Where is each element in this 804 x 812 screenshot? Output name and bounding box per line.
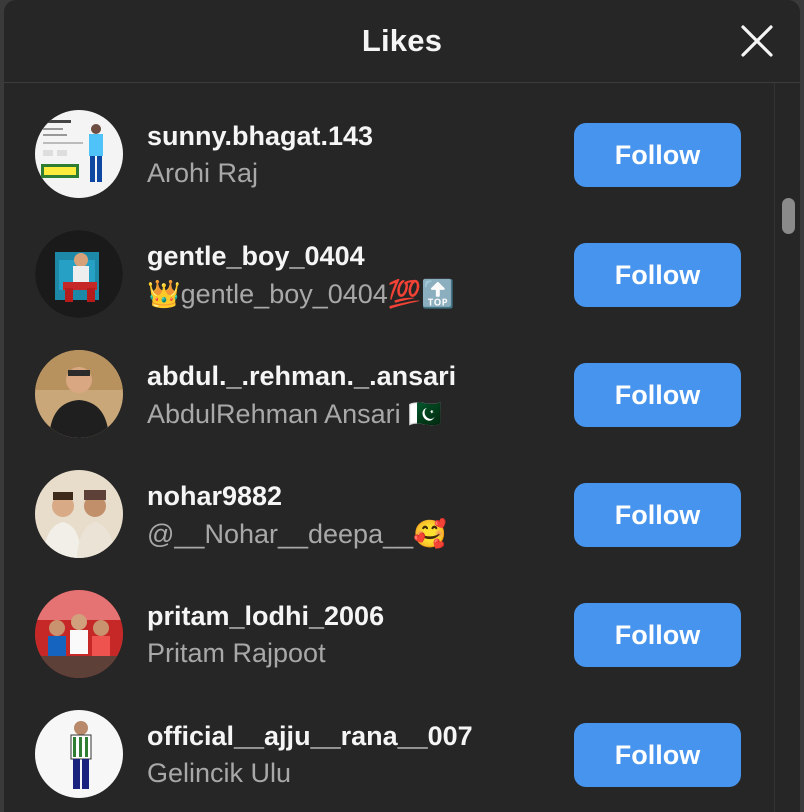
avatar[interactable] [35,350,123,438]
full-name: 👑gentle_boy_0404💯🔝 [147,279,456,309]
username[interactable]: pritam_lodhi_2006 [147,601,384,632]
username[interactable]: nohar9882 [147,481,282,512]
follow-button[interactable]: Follow [574,123,741,187]
follow-button[interactable]: Follow [574,723,741,787]
full-name: @__Nohar__deepa__🥰 [147,519,447,549]
list-item: nohar9882 @__Nohar__deepa__🥰 Follow [4,443,774,563]
likes-list[interactable]: sunny.bhagat.143 Arohi Raj Follow gentle… [4,83,774,812]
username[interactable]: sunny.bhagat.143 [147,121,373,152]
follow-button[interactable]: Follow [574,603,741,667]
list-item: pritam_lodhi_2006 Pritam Rajpoot Follow [4,563,774,683]
avatar[interactable] [35,470,123,558]
close-icon[interactable] [738,22,776,60]
follow-button[interactable]: Follow [574,363,741,427]
modal-title: Likes [361,23,443,58]
full-name: Gelincik Ulu [147,758,292,788]
full-name: Pritam Rajpoot [147,638,326,668]
list-item: abdul._.rehman._.ansari AbdulRehman Ansa… [4,323,774,443]
avatar[interactable] [35,230,123,318]
full-name: Arohi Raj [147,158,259,188]
scrollbar-track[interactable] [774,83,800,812]
likes-modal: Likes sunny.bhagat.143 Arohi Raj Follow … [4,0,800,812]
list-item: sunny.bhagat.143 Arohi Raj Follow [4,83,774,203]
list-item: gentle_boy_0404 👑gentle_boy_0404💯🔝 Follo… [4,203,774,323]
follow-button[interactable]: Follow [574,483,741,547]
follow-button[interactable]: Follow [574,243,741,307]
username[interactable]: official__ajju__rana__007 [147,721,473,752]
username[interactable]: gentle_boy_0404 [147,241,365,272]
avatar[interactable] [35,110,123,198]
modal-header: Likes [4,0,800,83]
list-item: official__ajju__rana__007 Gelincik Ulu F… [4,683,774,803]
avatar[interactable] [35,590,123,678]
full-name: AbdulRehman Ansari 🇵🇰 [147,399,442,429]
avatar[interactable] [35,710,123,798]
scrollbar-thumb[interactable] [782,198,795,234]
username[interactable]: abdul._.rehman._.ansari [147,361,456,392]
